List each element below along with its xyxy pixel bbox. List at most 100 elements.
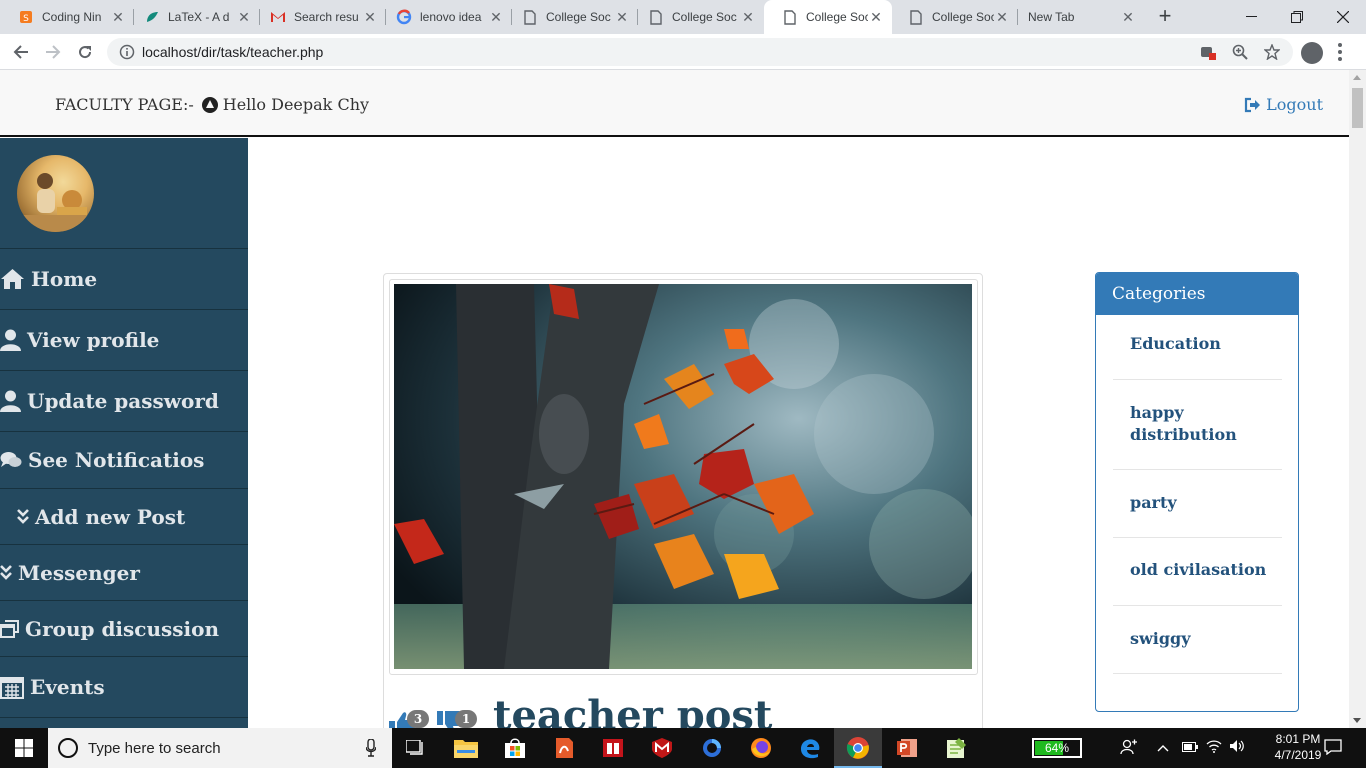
task-view-icon[interactable] <box>404 736 428 760</box>
translate-blocked-icon[interactable] <box>1200 44 1216 65</box>
url-text: localhost/dir/task/teacher.php <box>142 44 324 60</box>
top-navbar: FACULTY PAGE:- Hello Deepak Chy Logout <box>0 70 1349 137</box>
close-window-button[interactable] <box>1320 0 1366 34</box>
close-tab-icon[interactable]: ✕ <box>868 9 884 25</box>
close-tab-icon[interactable]: ✕ <box>614 9 630 25</box>
battery-tray-icon[interactable] <box>1182 739 1198 755</box>
scroll-down-arrow[interactable] <box>1353 718 1361 723</box>
taskbar-search-box[interactable]: Type here to search <box>48 728 392 768</box>
page-icon <box>522 9 538 25</box>
action-center-icon[interactable] <box>1324 739 1342 758</box>
category-link[interactable]: Education <box>1113 334 1282 380</box>
post-meta: 3 1 teacher post <box>389 696 772 728</box>
sidebar-item-add-new-post[interactable]: Add new Post <box>0 488 248 544</box>
sign-out-icon <box>1245 97 1261 112</box>
browser-tab[interactable]: College Soc ✕ <box>890 0 1018 34</box>
close-tab-icon[interactable]: ✕ <box>110 9 126 25</box>
sidebar-divider <box>0 717 248 728</box>
powerpoint-icon[interactable] <box>895 736 919 760</box>
chrome-icon[interactable] <box>846 736 870 760</box>
scrollbar-thumb[interactable] <box>1352 88 1363 128</box>
wifi-icon[interactable] <box>1206 739 1222 756</box>
profile-avatar[interactable] <box>1301 42 1323 64</box>
sidebar-item-label: Messenger <box>18 560 140 585</box>
close-tab-icon[interactable]: ✕ <box>740 9 756 25</box>
browser-tab[interactable]: Search resu ✕ <box>252 0 386 34</box>
microphone-icon[interactable] <box>365 738 377 762</box>
store-icon[interactable] <box>503 736 527 760</box>
logout-link[interactable]: Logout <box>1244 95 1323 114</box>
sidebar-item-notifications[interactable]: See Notificatios <box>0 431 248 488</box>
start-button[interactable] <box>0 728 48 768</box>
notepad-plus-icon[interactable] <box>944 736 968 760</box>
tab-title: Coding Nin <box>42 10 102 24</box>
battery-indicator[interactable]: 64% <box>1032 738 1082 758</box>
browser-tab[interactable]: lenovo idea ✕ <box>378 0 512 34</box>
bookmark-star-icon[interactable] <box>1263 43 1281 65</box>
page-scrollbar[interactable] <box>1349 70 1366 728</box>
user-circle-icon <box>201 96 218 113</box>
browser-tab[interactable]: LaTeX - A d ✕ <box>126 0 260 34</box>
file-explorer-icon[interactable] <box>454 736 478 760</box>
info-icon[interactable] <box>119 44 135 65</box>
browser-tab[interactable]: S Coding Nin ✕ <box>0 0 134 34</box>
tab-title: New Tab <box>1028 10 1075 24</box>
user-icon <box>0 329 21 351</box>
post-card: 3 1 teacher post <box>383 273 983 728</box>
show-hidden-icons-chevron[interactable] <box>1157 739 1169 755</box>
browser-tab[interactable]: College Soc ✕ <box>504 0 638 34</box>
sidebar-item-events[interactable]: Events <box>0 656 248 717</box>
new-tab-button[interactable]: + <box>1152 5 1178 29</box>
forward-button[interactable] <box>40 39 66 65</box>
foxit-reader-icon[interactable] <box>552 736 576 760</box>
taskbar-clock[interactable]: 8:01 PM 4/7/2019 <box>1268 731 1328 763</box>
restore-button[interactable] <box>1274 0 1320 34</box>
address-bar[interactable]: localhost/dir/task/teacher.php <box>107 38 1293 66</box>
sidebar-item-messenger[interactable]: Messenger <box>0 544 248 600</box>
close-tab-icon[interactable]: ✕ <box>362 9 378 25</box>
search-placeholder: Type here to search <box>88 740 221 757</box>
edge-icon[interactable] <box>798 736 822 760</box>
post-image[interactable] <box>394 284 972 669</box>
browser-tab[interactable]: College Soc ✕ <box>630 0 764 34</box>
cortana-icon <box>58 738 78 758</box>
volume-icon[interactable] <box>1229 739 1245 756</box>
back-button[interactable] <box>8 39 34 65</box>
post-image-frame <box>389 279 978 675</box>
clock-date: 4/7/2019 <box>1274 748 1322 762</box>
close-tab-icon[interactable]: ✕ <box>994 9 1010 25</box>
browser-tab-active[interactable]: College Soc ✕ <box>764 0 892 34</box>
google-icon <box>396 9 412 25</box>
reader-app-icon[interactable] <box>601 736 625 760</box>
windows-taskbar: Type here to search 64% 8:01 PM 4/7/2019 <box>0 728 1366 768</box>
scroll-up-arrow[interactable] <box>1353 75 1361 80</box>
close-tab-icon[interactable]: ✕ <box>236 9 252 25</box>
close-tab-icon[interactable]: ✕ <box>1120 9 1136 25</box>
firefox-icon[interactable] <box>749 736 773 760</box>
category-link[interactable]: old civilasation <box>1113 560 1282 606</box>
sidebar-item-label: Add new Post <box>35 504 186 529</box>
mcafee-icon[interactable] <box>650 736 674 760</box>
battery-percentage: 64% <box>1044 741 1070 755</box>
page-icon <box>782 9 798 25</box>
sidebar-item-home[interactable]: Home <box>0 248 248 309</box>
likes-count-badge: 3 <box>407 710 429 728</box>
sidebar-item-view-profile[interactable]: View profile <box>0 309 248 370</box>
chrome-menu-icon[interactable] <box>1338 43 1342 61</box>
sidebar-item-group-discussion[interactable]: Group discussion <box>0 600 248 656</box>
browser-tab[interactable]: New Tab ✕ <box>1010 0 1144 34</box>
category-link[interactable]: happy distribution <box>1113 402 1282 470</box>
reload-button[interactable] <box>72 39 98 65</box>
zoom-icon[interactable] <box>1232 44 1248 65</box>
page-icon <box>908 9 924 25</box>
people-icon[interactable] <box>1120 739 1138 758</box>
sidebar-item-update-password[interactable]: Update password <box>0 370 248 431</box>
category-link[interactable]: swiggy <box>1113 629 1282 674</box>
close-tab-icon[interactable]: ✕ <box>488 9 504 25</box>
category-link[interactable]: party <box>1113 493 1282 538</box>
gmail-icon <box>270 9 286 25</box>
post-title[interactable]: teacher post <box>493 696 772 729</box>
browser-app-icon[interactable] <box>700 736 724 760</box>
categories-heading: Categories <box>1096 273 1298 315</box>
minimize-button[interactable] <box>1228 0 1274 34</box>
